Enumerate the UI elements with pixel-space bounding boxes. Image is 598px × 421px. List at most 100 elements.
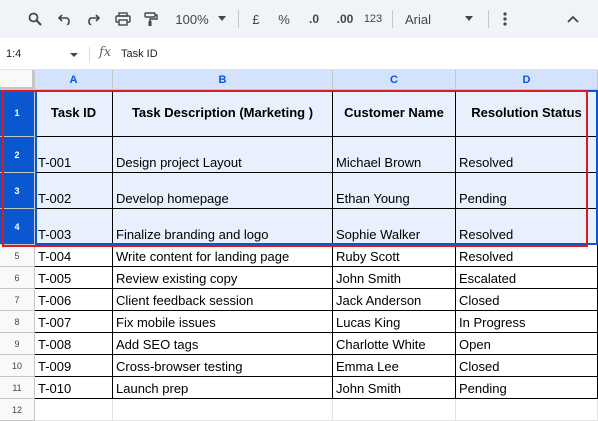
cell-d10[interactable]: Closed xyxy=(456,355,598,377)
row-header-10[interactable]: 10 xyxy=(0,355,35,377)
percent-format-button[interactable]: % xyxy=(275,7,293,31)
cell-b7[interactable]: Client feedback session xyxy=(113,289,333,311)
cell-c6[interactable]: John Smith xyxy=(333,267,456,289)
collapse-toolbar-button[interactable] xyxy=(562,7,584,31)
cell-a9[interactable]: T-008 xyxy=(35,333,113,355)
cell-c9[interactable]: Charlotte White xyxy=(333,333,456,355)
formula-bar-divider xyxy=(89,47,90,63)
currency-label: £ xyxy=(252,11,260,27)
cell-c3[interactable]: Ethan Young xyxy=(333,173,456,209)
name-box-dropdown-icon[interactable] xyxy=(70,53,78,57)
column-header-b[interactable]: B xyxy=(113,70,333,90)
cell-d12[interactable] xyxy=(456,399,598,421)
redo-icon xyxy=(88,14,100,25)
header-cell-c1[interactable]: Customer Name xyxy=(333,90,456,137)
column-header-a[interactable]: A xyxy=(35,70,113,90)
zoom-value: 100% xyxy=(175,11,209,27)
cell-d11[interactable]: Pending xyxy=(456,377,598,399)
redo-button[interactable] xyxy=(82,7,104,31)
undo-button[interactable] xyxy=(54,7,76,31)
row-header-6[interactable]: 6 xyxy=(0,267,35,289)
cell-d3[interactable]: Pending xyxy=(456,173,598,209)
cell-b12[interactable] xyxy=(113,399,333,421)
cell-d4[interactable]: Resolved xyxy=(456,209,598,245)
spreadsheet-grid: A B C D 1 Task ID Task Description (Marketing … xyxy=(0,70,598,421)
cell-d5[interactable]: Resolved xyxy=(456,245,598,267)
row-header-12[interactable]: 12 xyxy=(0,399,35,421)
cell-c5[interactable]: Ruby Scott xyxy=(333,245,456,267)
row-header-8[interactable]: 8 xyxy=(0,311,35,333)
cell-c7[interactable]: Jack Anderson xyxy=(333,289,456,311)
cell-b2[interactable]: Design project Layout xyxy=(113,137,333,173)
paint-format-icon xyxy=(144,11,158,26)
number-format-label: 123 xyxy=(363,13,383,25)
cell-b5[interactable]: Write content for landing page xyxy=(113,245,333,267)
more-formats-button[interactable]: 123 xyxy=(362,7,384,31)
row-header-9[interactable]: 9 xyxy=(0,333,35,355)
row-header-4[interactable]: 4 xyxy=(0,209,35,245)
cell-a4[interactable]: T-003 xyxy=(35,209,113,245)
row-header-3[interactable]: 3 xyxy=(0,173,35,209)
row-header-7[interactable]: 7 xyxy=(0,289,35,311)
column-header-c[interactable]: C xyxy=(333,70,456,90)
currency-format-button[interactable]: £ xyxy=(247,7,265,31)
increase-decimal-label: .00 xyxy=(336,12,354,26)
cell-a2[interactable]: T-001 xyxy=(35,137,113,173)
percent-label: % xyxy=(278,11,290,27)
row-header-5[interactable]: 5 xyxy=(0,245,35,267)
cell-a5[interactable]: T-004 xyxy=(35,245,113,267)
formula-bar: 1:4 fx Task ID xyxy=(0,41,598,70)
cell-a8[interactable]: T-007 xyxy=(35,311,113,333)
row-header-2[interactable]: 2 xyxy=(0,137,35,173)
column-header-d[interactable]: D xyxy=(456,70,598,90)
cell-b11[interactable]: Launch prep xyxy=(113,377,333,399)
cell-c8[interactable]: Lucas King xyxy=(333,311,456,333)
cell-d8[interactable]: In Progress xyxy=(456,311,598,333)
increase-decimal-button[interactable]: .00 xyxy=(332,7,358,31)
cell-d7[interactable]: Closed xyxy=(456,289,598,311)
header-cell-a1[interactable]: Task ID xyxy=(35,90,113,137)
font-name: Arial xyxy=(405,11,432,27)
print-button[interactable] xyxy=(112,7,134,31)
cell-c11[interactable]: John Smith xyxy=(333,377,456,399)
zoom-select[interactable]: 100% xyxy=(170,7,214,31)
name-box[interactable]: 1:4 xyxy=(6,48,21,60)
cell-a7[interactable]: T-006 xyxy=(35,289,113,311)
cell-a3[interactable]: T-002 xyxy=(35,173,113,209)
more-options-button[interactable] xyxy=(496,7,514,31)
cell-c2[interactable]: Michael Brown xyxy=(333,137,456,173)
paint-format-button[interactable] xyxy=(140,7,162,31)
cell-b6[interactable]: Review existing copy xyxy=(113,267,333,289)
cell-a6[interactable]: T-005 xyxy=(35,267,113,289)
cell-a11[interactable]: T-010 xyxy=(35,377,113,399)
zoom-dropdown-icon xyxy=(218,16,226,21)
row-header-11[interactable]: 11 xyxy=(0,377,35,399)
cell-c10[interactable]: Emma Lee xyxy=(333,355,456,377)
toolbar-divider xyxy=(392,10,393,28)
cell-a12[interactable] xyxy=(35,399,113,421)
more-vert-icon xyxy=(503,12,507,26)
cell-d6[interactable]: Escalated xyxy=(456,267,598,289)
header-cell-b1[interactable]: Task Description (Marketing ) xyxy=(113,90,333,137)
undo-icon xyxy=(58,14,70,25)
cell-b4[interactable]: Finalize branding and logo xyxy=(113,209,333,245)
cell-b8[interactable]: Fix mobile issues xyxy=(113,311,333,333)
decrease-decimal-button[interactable]: .0 xyxy=(302,7,326,31)
toolbar: 100% £ % .0 .00 123 Arial xyxy=(0,0,598,38)
cell-b10[interactable]: Cross-browser testing xyxy=(113,355,333,377)
cell-a10[interactable]: T-009 xyxy=(35,355,113,377)
formula-input[interactable]: Task ID xyxy=(121,48,158,60)
chevron-up-icon xyxy=(567,15,579,23)
toolbar-divider xyxy=(238,10,239,28)
cell-c12[interactable] xyxy=(333,399,456,421)
font-dropdown-icon xyxy=(465,16,473,21)
row-header-1[interactable]: 1 xyxy=(0,90,35,137)
cell-b9[interactable]: Add SEO tags xyxy=(113,333,333,355)
cell-d2[interactable]: Resolved xyxy=(456,137,598,173)
header-cell-d1[interactable]: Resolution Status xyxy=(456,90,598,137)
cell-d9[interactable]: Open xyxy=(456,333,598,355)
cell-c4[interactable]: Sophie Walker xyxy=(333,209,456,245)
cell-b3[interactable]: Develop homepage xyxy=(113,173,333,209)
select-all-corner[interactable] xyxy=(0,70,35,90)
search-menus-button[interactable] xyxy=(24,7,46,31)
